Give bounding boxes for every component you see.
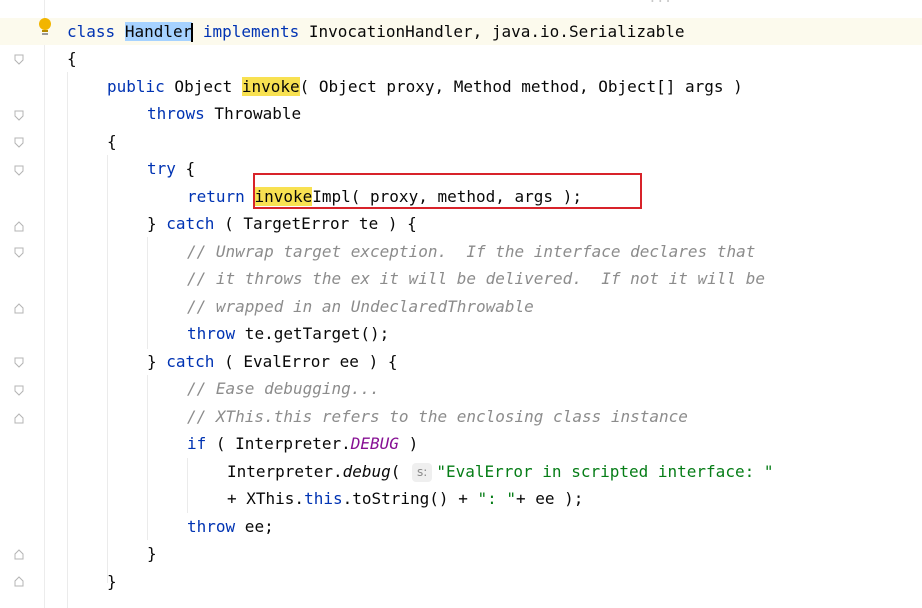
brace: {	[175, 159, 196, 178]
code-line-comment[interactable]: // Ease debugging...	[187, 375, 380, 402]
code-line-class-open-brace[interactable]: {	[67, 45, 77, 72]
concat-expression: + XThis.	[227, 489, 305, 508]
string-literal: ": "	[477, 489, 516, 508]
code-line-throw-target[interactable]: throw te.getTarget();	[187, 320, 389, 347]
code-line-comment[interactable]: // XThis.this refers to the enclosing cl…	[187, 403, 688, 430]
fold-marker-icon[interactable]	[13, 385, 25, 397]
keyword-public: public	[107, 77, 165, 96]
code-line-comment[interactable]: // wrapped in an UndeclaredThrowable	[187, 293, 534, 320]
parameter-hint: s:	[412, 463, 433, 482]
clipped-code-text: ...	[649, 0, 672, 6]
indent-guide	[147, 375, 148, 540]
static-field-debug: DEBUG	[350, 434, 399, 453]
indent-guide	[107, 155, 108, 583]
keyword-if: if	[187, 434, 207, 453]
top-clipped-text: ...	[0, 0, 922, 6]
gutter-divider	[44, 0, 45, 608]
exception-type: Throwable	[204, 104, 302, 123]
code-line-debug-call[interactable]: Interpreter.debug( s: "EvalError in scrip…	[227, 458, 773, 485]
interface-list: InvocationHandler, java.io.Serializable	[299, 22, 685, 41]
brace: }	[147, 214, 167, 233]
indent-guide	[67, 72, 68, 608]
keyword-implements: implements	[202, 22, 300, 41]
keyword-class: class	[67, 22, 116, 41]
code-line-if-debug[interactable]: if ( Interpreter.DEBUG )	[187, 430, 418, 457]
catch-clause: ( EvalError ee ) {	[214, 352, 398, 371]
keyword-catch: catch	[166, 214, 215, 233]
code-line-throws[interactable]: throws Throwable	[147, 100, 301, 127]
code-line-catch-targeterror[interactable]: } catch ( TargetError te ) {	[147, 210, 417, 237]
brace: }	[147, 544, 157, 563]
keyword-try: try	[147, 159, 176, 178]
code-line-comment[interactable]: // it throws the ex it will be delivered…	[187, 265, 765, 292]
code-line-class-declaration[interactable]: class Handler implements InvocationHandl…	[67, 18, 685, 45]
indent-guide	[147, 237, 148, 349]
keyword-throws: throws	[147, 104, 205, 123]
fold-marker-icon[interactable]	[13, 357, 25, 369]
paren: )	[398, 434, 419, 453]
keyword-throw: throw	[187, 324, 236, 343]
if-condition: ( Interpreter.	[206, 434, 351, 453]
fold-marker-icon[interactable]	[13, 302, 25, 314]
brace: {	[107, 132, 117, 151]
static-method-debug: debug	[342, 462, 391, 481]
keyword-this: this	[304, 489, 343, 508]
fold-marker-icon[interactable]	[13, 137, 25, 149]
code-line-method-open-brace[interactable]: {	[107, 128, 117, 155]
fold-marker-icon[interactable]	[13, 548, 25, 560]
code-line-close-brace[interactable]: }	[147, 540, 157, 567]
class-name-selected: Handler	[124, 22, 193, 41]
throw-expression: te.getTarget();	[235, 324, 390, 343]
brace: {	[67, 49, 77, 68]
return-type: Object	[164, 77, 242, 96]
catch-clause: ( TargetError te ) {	[214, 214, 417, 233]
code-line-throw-ee[interactable]: throw ee;	[187, 513, 274, 540]
fold-marker-icon[interactable]	[13, 110, 25, 122]
fold-marker-icon[interactable]	[13, 54, 25, 66]
fold-marker-icon[interactable]	[13, 247, 25, 259]
method-call: .toString() +	[342, 489, 478, 508]
method-parameters: ( Object proxy, Method method, Object[] …	[299, 77, 743, 96]
code-line-close-brace[interactable]: }	[107, 568, 117, 595]
concat-expression: + ee );	[515, 489, 584, 508]
keyword-catch: catch	[166, 352, 215, 371]
brace: }	[147, 352, 167, 371]
fold-marker-icon[interactable]	[13, 412, 25, 424]
fold-marker-icon[interactable]	[13, 575, 25, 587]
indent-guide	[187, 458, 188, 513]
annotation-red-box	[253, 173, 642, 209]
code-line-catch-evalerror[interactable]: } catch ( EvalError ee ) {	[147, 348, 397, 375]
keyword-throw: throw	[187, 517, 236, 536]
code-line-method-signature[interactable]: public Object invoke( Object proxy, Meth…	[107, 73, 743, 100]
intention-bulb-icon[interactable]	[36, 16, 54, 38]
fold-marker-icon[interactable]	[13, 165, 25, 177]
paren: (	[390, 462, 411, 481]
code-line-concat[interactable]: + XThis.this.toString() + ": "+ ee );	[227, 485, 583, 512]
code-line-comment[interactable]: // Unwrap target exception. If the inter…	[187, 238, 755, 265]
method-name-highlighted: invoke	[241, 77, 300, 96]
throw-expression: ee;	[235, 517, 274, 536]
string-literal: "EvalError in scripted interface: "	[436, 462, 774, 481]
code-line-try[interactable]: try {	[147, 155, 195, 182]
keyword-return: return	[187, 187, 245, 206]
class-reference: Interpreter.	[227, 462, 343, 481]
brace: }	[107, 572, 117, 591]
fold-marker-icon[interactable]	[13, 220, 25, 232]
